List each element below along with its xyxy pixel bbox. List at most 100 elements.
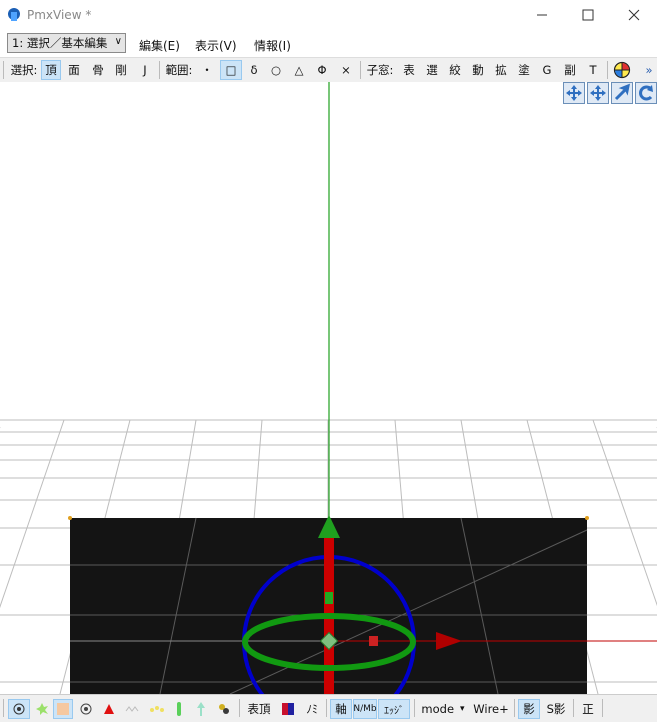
statusbar-separator — [573, 699, 574, 717]
scene-canvas — [0, 82, 657, 694]
range-clear-button[interactable]: × — [336, 60, 356, 80]
child-g-button[interactable]: G — [537, 60, 557, 80]
range-circle-button[interactable]: ○ — [266, 60, 286, 80]
select-label: 選択: — [10, 63, 38, 77]
close-button[interactable] — [611, 0, 657, 30]
move-arrows-icon — [566, 85, 582, 101]
render-mode-dropdown[interactable]: mode ▾ — [418, 699, 468, 719]
range-delta-button[interactable]: δ — [244, 60, 264, 80]
vertex-marker — [585, 516, 589, 520]
menu-edit[interactable]: 編集(E) — [139, 37, 180, 54]
color-button[interactable] — [278, 699, 298, 719]
app-icon — [8, 8, 20, 21]
wire-plus-button[interactable]: Wire+ — [472, 699, 510, 719]
minimize-button[interactable] — [519, 0, 565, 30]
menu-bar: 1: 選択／基本編集 ∨ 編集(E) 表示(V) 情報(I) — [0, 31, 657, 57]
chevron-down-icon: ∨ — [114, 36, 122, 47]
show-nomi-button[interactable]: ﾉﾐ — [301, 699, 323, 719]
maximize-button[interactable] — [565, 0, 611, 30]
target-dot-icon — [13, 703, 25, 715]
move-view-button[interactable] — [587, 82, 609, 104]
3d-viewport[interactable] — [0, 82, 657, 694]
pattern-icon — [57, 703, 69, 715]
range-point-button[interactable]: ・ — [197, 60, 217, 80]
statusbar-separator — [514, 699, 515, 717]
pan-view-button[interactable] — [563, 82, 585, 104]
child-select-button[interactable]: 選 — [422, 60, 442, 80]
statusbar-separator — [326, 699, 327, 717]
show-face-button[interactable] — [99, 699, 119, 719]
title-bar: PmxView * — [0, 0, 657, 30]
select-face-button[interactable]: 面 — [64, 60, 84, 80]
child-filter-button[interactable]: 絞 — [445, 60, 465, 80]
child-paint-button[interactable]: 塗 — [514, 60, 534, 80]
show-uv-button[interactable] — [146, 699, 168, 719]
toolbar-separator — [607, 61, 608, 79]
show-nmb-button[interactable]: N/Mb — [353, 699, 377, 719]
maximize-icon — [582, 9, 594, 21]
show-material-button[interactable] — [53, 699, 73, 719]
mode-select[interactable]: 1: 選択／基本編集 ∨ — [7, 33, 126, 53]
menu-info[interactable]: 情報(I) — [254, 37, 291, 54]
select-bone-button[interactable]: 骨 — [88, 60, 108, 80]
vertex-marker — [68, 516, 72, 520]
toolbar: 選択: 頂 面 骨 剛 J 範囲: ・ □ δ ○ △ Φ × 子窓: 表 選 … — [0, 57, 657, 83]
select-joint-button[interactable]: J — [135, 60, 155, 80]
range-rect-button[interactable]: □ — [220, 60, 242, 80]
chevron-down-icon: ▾ — [460, 704, 465, 714]
toolbar-overflow-button[interactable]: » — [642, 60, 656, 80]
x-axis-handle-marker — [369, 636, 378, 646]
color-swatch-icon — [282, 703, 294, 715]
child-sub-button[interactable]: 副 — [560, 60, 580, 80]
statusbar-separator — [602, 699, 603, 717]
target-button[interactable] — [611, 60, 633, 80]
dots-icon — [150, 706, 164, 712]
show-rigid-button[interactable] — [214, 699, 234, 719]
statusbar-grip — [3, 699, 4, 717]
range-triangle-button[interactable]: △ — [289, 60, 309, 80]
show-table-vertex-button[interactable]: 表頂 — [244, 699, 274, 719]
show-ik-button[interactable] — [192, 699, 210, 719]
show-vertex-button[interactable] — [8, 699, 30, 719]
toolbar-separator — [159, 61, 160, 79]
child-scale-button[interactable]: 拡 — [491, 60, 511, 80]
rotate-view-button[interactable] — [635, 82, 657, 104]
show-morph-button[interactable] — [32, 699, 52, 719]
splash-icon — [36, 703, 48, 715]
select-vertex-button[interactable]: 頂 — [41, 60, 61, 80]
shadow-button[interactable]: 影 — [518, 699, 540, 719]
show-bone-button[interactable] — [170, 699, 188, 719]
crosshair-icon — [613, 61, 631, 79]
rotate-icon — [639, 85, 653, 101]
close-icon — [628, 9, 640, 21]
child-t-button[interactable]: T — [583, 60, 603, 80]
child-table-button[interactable]: 表 — [399, 60, 419, 80]
window-title: PmxView * — [27, 8, 92, 22]
range-phi-button[interactable]: Φ — [312, 60, 332, 80]
show-normal-button[interactable] — [76, 699, 96, 719]
toolbar-separator — [360, 61, 361, 79]
select-rigid-button[interactable]: 剛 — [111, 60, 131, 80]
wave-icon — [125, 706, 139, 712]
statusbar-separator — [414, 699, 415, 717]
render-mode-label: mode — [421, 702, 455, 716]
orthographic-button[interactable]: 正 — [577, 699, 599, 719]
child-window-label: 子窓: — [366, 63, 394, 77]
menu-view[interactable]: 表示(V) — [195, 37, 237, 54]
bone-icon — [177, 702, 181, 716]
child-move-button[interactable]: 動 — [468, 60, 488, 80]
range-label: 範囲: — [165, 63, 193, 77]
show-axis-button[interactable]: 軸 — [330, 699, 352, 719]
zoom-view-button[interactable] — [611, 82, 633, 104]
statusbar-separator — [239, 699, 240, 717]
mode-select-value: 1: 選択／基本編集 — [12, 36, 108, 50]
move-arrows-icon — [590, 85, 606, 101]
show-wire-button[interactable] — [122, 699, 144, 719]
show-edge-button[interactable]: ｴｯｼﾞ — [378, 699, 410, 719]
up-arrow-icon — [197, 702, 205, 716]
self-shadow-button[interactable]: S影 — [543, 699, 569, 719]
cluster-icon — [219, 704, 229, 714]
y-axis-handle-marker — [325, 592, 333, 604]
diagonal-arrow-icon — [614, 83, 631, 101]
circle-dot-icon — [80, 703, 92, 715]
